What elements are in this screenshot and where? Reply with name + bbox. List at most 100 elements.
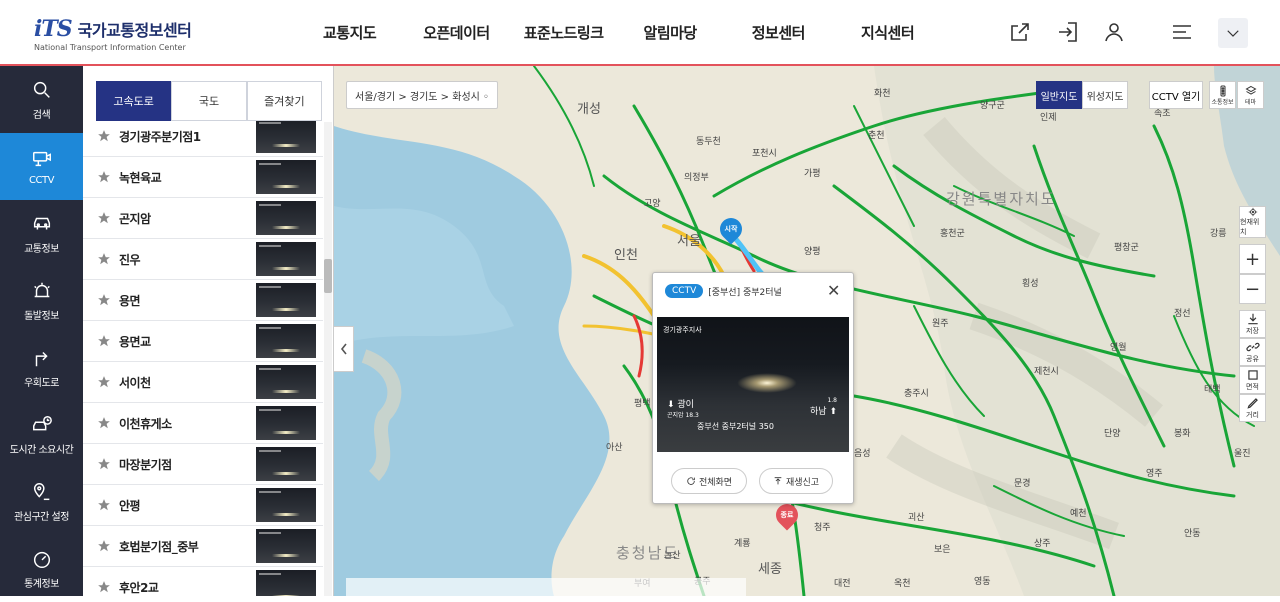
route-start-marker[interactable]: 시작 [715,213,747,245]
cctv-thumbnail[interactable] [256,406,316,440]
external-link-icon[interactable] [1008,20,1032,44]
star-icon[interactable] [97,416,111,430]
theme-button[interactable]: 테마 [1237,81,1264,109]
distance-measure-button[interactable]: 거리 [1239,394,1266,422]
cctv-list-item[interactable]: 곤지암 [83,198,323,239]
collapse-panel-button[interactable] [334,326,354,372]
cctv-list-item[interactable]: 경기광주분기점1 [83,116,323,157]
user-icon[interactable] [1102,20,1126,44]
nav-traffic-map[interactable]: 교통지도 [323,22,377,43]
tab-favorites[interactable]: 즐겨찾기 [246,81,322,121]
cctv-list-item-name: 이천휴게소 [119,416,172,431]
nav-search[interactable]: 검색 [0,66,83,133]
current-location-button[interactable]: 현재위치 [1239,206,1266,238]
star-icon[interactable] [97,293,111,307]
star-icon[interactable] [97,498,111,512]
login-icon[interactable] [1056,20,1080,44]
tab-national-road[interactable]: 국도 [171,81,247,121]
cctv-thumbnail[interactable] [256,160,316,194]
zoom-in-button[interactable]: + [1239,244,1266,274]
area-measure-button[interactable]: 면적 [1239,366,1266,394]
star-icon[interactable] [97,252,111,266]
traffic-light-icon [1220,85,1225,96]
region-breadcrumb[interactable]: 서울/경기 > 경기도 > 화성시 ◦ [346,81,498,109]
cctv-thumbnail[interactable] [256,201,316,235]
cctv-thumbnail[interactable] [256,365,316,399]
list-scrollbar[interactable] [324,122,332,596]
star-icon[interactable] [97,375,111,389]
cctv-list-item[interactable]: 용면 [83,280,323,321]
nav-standard-node[interactable]: 표준노드링크 [524,22,604,43]
share-button[interactable]: 공유 [1239,338,1266,366]
cctv-list-item[interactable]: 진우 [83,239,323,280]
cctv-list-item[interactable]: 후안2교 [83,567,323,596]
video-right-direction: 1.8 하남 ⬆ [810,397,837,417]
fullscreen-button[interactable]: 전체화면 [671,468,747,494]
map-label-chuncheon: 춘천 [868,131,885,141]
cctv-list-item[interactable]: 용면교 [83,321,323,362]
star-icon[interactable] [97,170,111,184]
cctv-list-item[interactable]: 안평 [83,485,323,526]
cctv-thumbnail[interactable] [256,529,316,563]
close-icon[interactable]: ✕ [827,283,840,299]
map-copyright-bar [346,578,746,596]
nav-travel-time[interactable]: 도시간 소요시간 [0,401,83,468]
expand-menu-button[interactable] [1218,18,1248,48]
map-label-yeongju: 영주 [1146,469,1163,479]
nav-interest-route[interactable]: 관심구간 설정 [0,468,83,535]
traffic-flow-button[interactable]: 소통정보 [1209,81,1236,109]
nav-notice[interactable]: 알림마당 [644,22,698,43]
cctv-list-item-name: 용면 [119,293,141,308]
map-type-normal-button[interactable]: 일반지도 [1036,81,1082,109]
cctv-thumbnail[interactable] [256,283,316,317]
star-icon[interactable] [97,334,111,348]
star-icon[interactable] [97,129,111,143]
hamburger-menu-icon[interactable] [1170,20,1194,44]
cctv-list-item[interactable]: 서이천 [83,362,323,403]
list-scrollbar-thumb[interactable] [324,259,332,293]
zoom-out-button[interactable]: − [1239,274,1266,304]
save-button[interactable]: 저장 [1239,310,1266,338]
map[interactable]: 개성 서울 인천 강원특별자치도 충청남도 세종 포천시 동두천 고양 의정부 … [334,66,1280,596]
nav-info-center[interactable]: 정보센터 [752,22,806,43]
distance-label: 거리 [1246,411,1259,419]
left-nav: 검색 CCTV 교통정보 돌발정보 우회도로 도시간 소요시간 관심구간 설정 … [0,66,83,596]
logo[interactable]: iTS 국가교통정보센터 National Transport Informat… [34,16,192,52]
cctv-thumbnail[interactable] [256,447,316,481]
map-type-satellite-button[interactable]: 위성지도 [1082,81,1128,109]
nav-cctv[interactable]: CCTV [0,133,83,200]
map-label-nonsan: 논산 [664,551,681,561]
cctv-thumbnail[interactable] [256,119,316,153]
cctv-thumbnail[interactable] [256,324,316,358]
cctv-list-item[interactable]: 호법분기점_중부 [83,526,323,567]
cctv-list-item[interactable]: 이천휴게소 [83,403,323,444]
nav-traffic-info[interactable]: 교통정보 [0,200,83,267]
tab-expressway[interactable]: 고속도로 [96,81,172,121]
cctv-thumbnail[interactable] [256,488,316,522]
star-icon[interactable] [97,211,111,225]
map-label-gangwon: 강원특별자치도 [946,190,1057,208]
cctv-list-item[interactable]: 녹현육교 [83,157,323,198]
cctv-thumbnail[interactable] [256,242,316,276]
cctv-video[interactable]: 경기광주지사 ⬇ 광이 곤지암 18.3 1.8 하남 ⬆ 중부선 중부2터널 … [657,317,849,452]
refresh-icon [687,477,695,485]
nav-knowledge-center[interactable]: 지식센터 [861,22,915,43]
cctv-thumbnail[interactable] [256,570,316,596]
map-label-hoengseong: 횡성 [1022,279,1039,289]
main-nav: 교통지도 오픈데이터 표준노드링크 알림마당 정보센터 지식센터 [306,0,961,64]
map-label-yeongdong: 영동 [974,577,991,587]
star-icon[interactable] [97,539,111,553]
map-label-taebaek: 태백 [1204,385,1221,395]
star-icon[interactable] [97,457,111,471]
route-end-marker[interactable]: 종료 [771,499,803,531]
report-playback-button[interactable]: 재생신고 [759,468,833,494]
nav-incident[interactable]: 돌발정보 [0,267,83,334]
cctv-list-item[interactable]: 마장분기점 [83,444,323,485]
nav-open-data[interactable]: 오픈데이터 [423,22,490,43]
route-start-label: 시작 [724,225,738,233]
nav-detour[interactable]: 우회도로 [0,334,83,401]
nav-statistics[interactable]: 통계정보 [0,535,83,602]
cctv-open-button[interactable]: CCTV 열기 [1149,81,1203,109]
video-headlights [737,373,797,393]
star-icon[interactable] [97,580,111,594]
